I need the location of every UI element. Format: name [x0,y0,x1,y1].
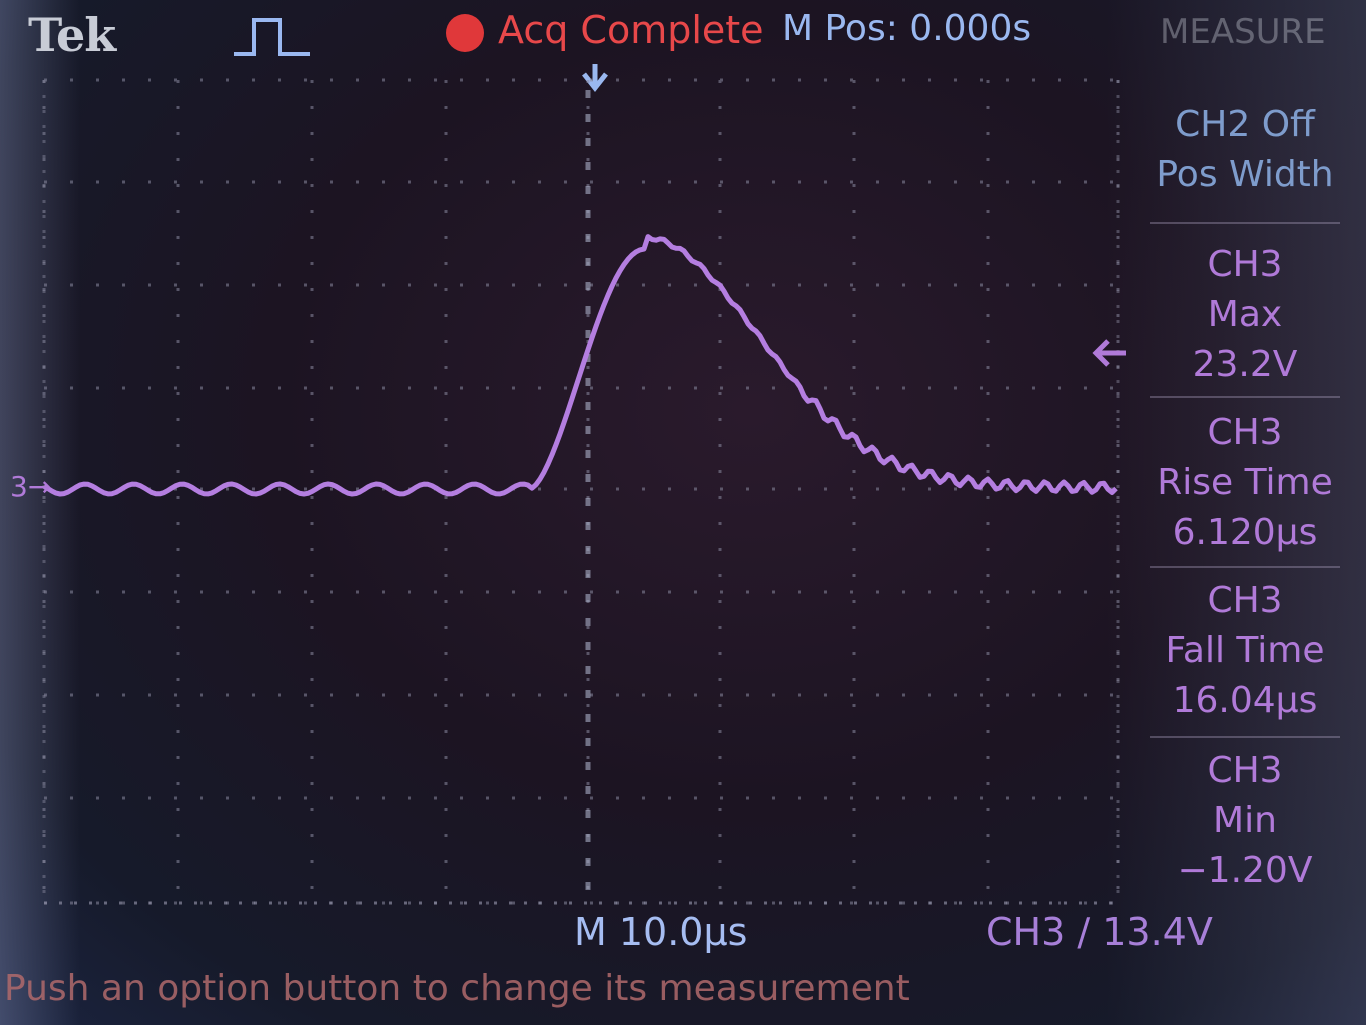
meas-5-line-2: Min [1213,800,1277,841]
meas-1-line-1: CH2 Off [1175,104,1315,145]
meas-2-value: 23.2V [1192,344,1298,385]
status-message: Push an option button to change its meas… [4,968,910,1009]
meas-5-line-1: CH3 [1207,750,1283,791]
measurement-slot-1[interactable]: CH2 Off Pos Width [1140,100,1350,200]
measurement-divider [1150,566,1340,568]
trigger-readout: CH3 ∕ 13.4V [986,910,1213,954]
meas-1-line-2: Pos Width [1156,154,1334,195]
measurement-slot-5[interactable]: CH3 Min −1.20V [1140,746,1350,896]
measurement-slot-4[interactable]: CH3 Fall Time 16.04µs [1140,576,1350,726]
meas-4-line-1: CH3 [1207,580,1283,621]
meas-4-value: 16.04µs [1172,680,1318,721]
ch3-waveform-trace [42,234,1118,497]
measurement-divider [1150,222,1340,224]
timebase-readout: M 10.0µs [574,910,748,954]
trigger-level-icon [1092,339,1126,367]
meas-3-line-1: CH3 [1207,412,1283,453]
meas-2-line-2: Max [1207,294,1283,335]
meas-5-value: −1.20V [1177,850,1313,891]
meas-3-value: 6.120µs [1172,512,1318,553]
measurement-slot-3[interactable]: CH3 Rise Time 6.120µs [1140,408,1350,558]
meas-2-line-1: CH3 [1207,244,1283,285]
measurement-divider [1150,396,1340,398]
meas-3-line-2: Rise Time [1157,462,1333,503]
measurement-slot-2[interactable]: CH3 Max 23.2V [1140,240,1350,390]
channel-3-ground-marker: 3→ [10,470,52,503]
meas-4-line-2: Fall Time [1165,630,1325,671]
measurement-divider [1150,736,1340,738]
